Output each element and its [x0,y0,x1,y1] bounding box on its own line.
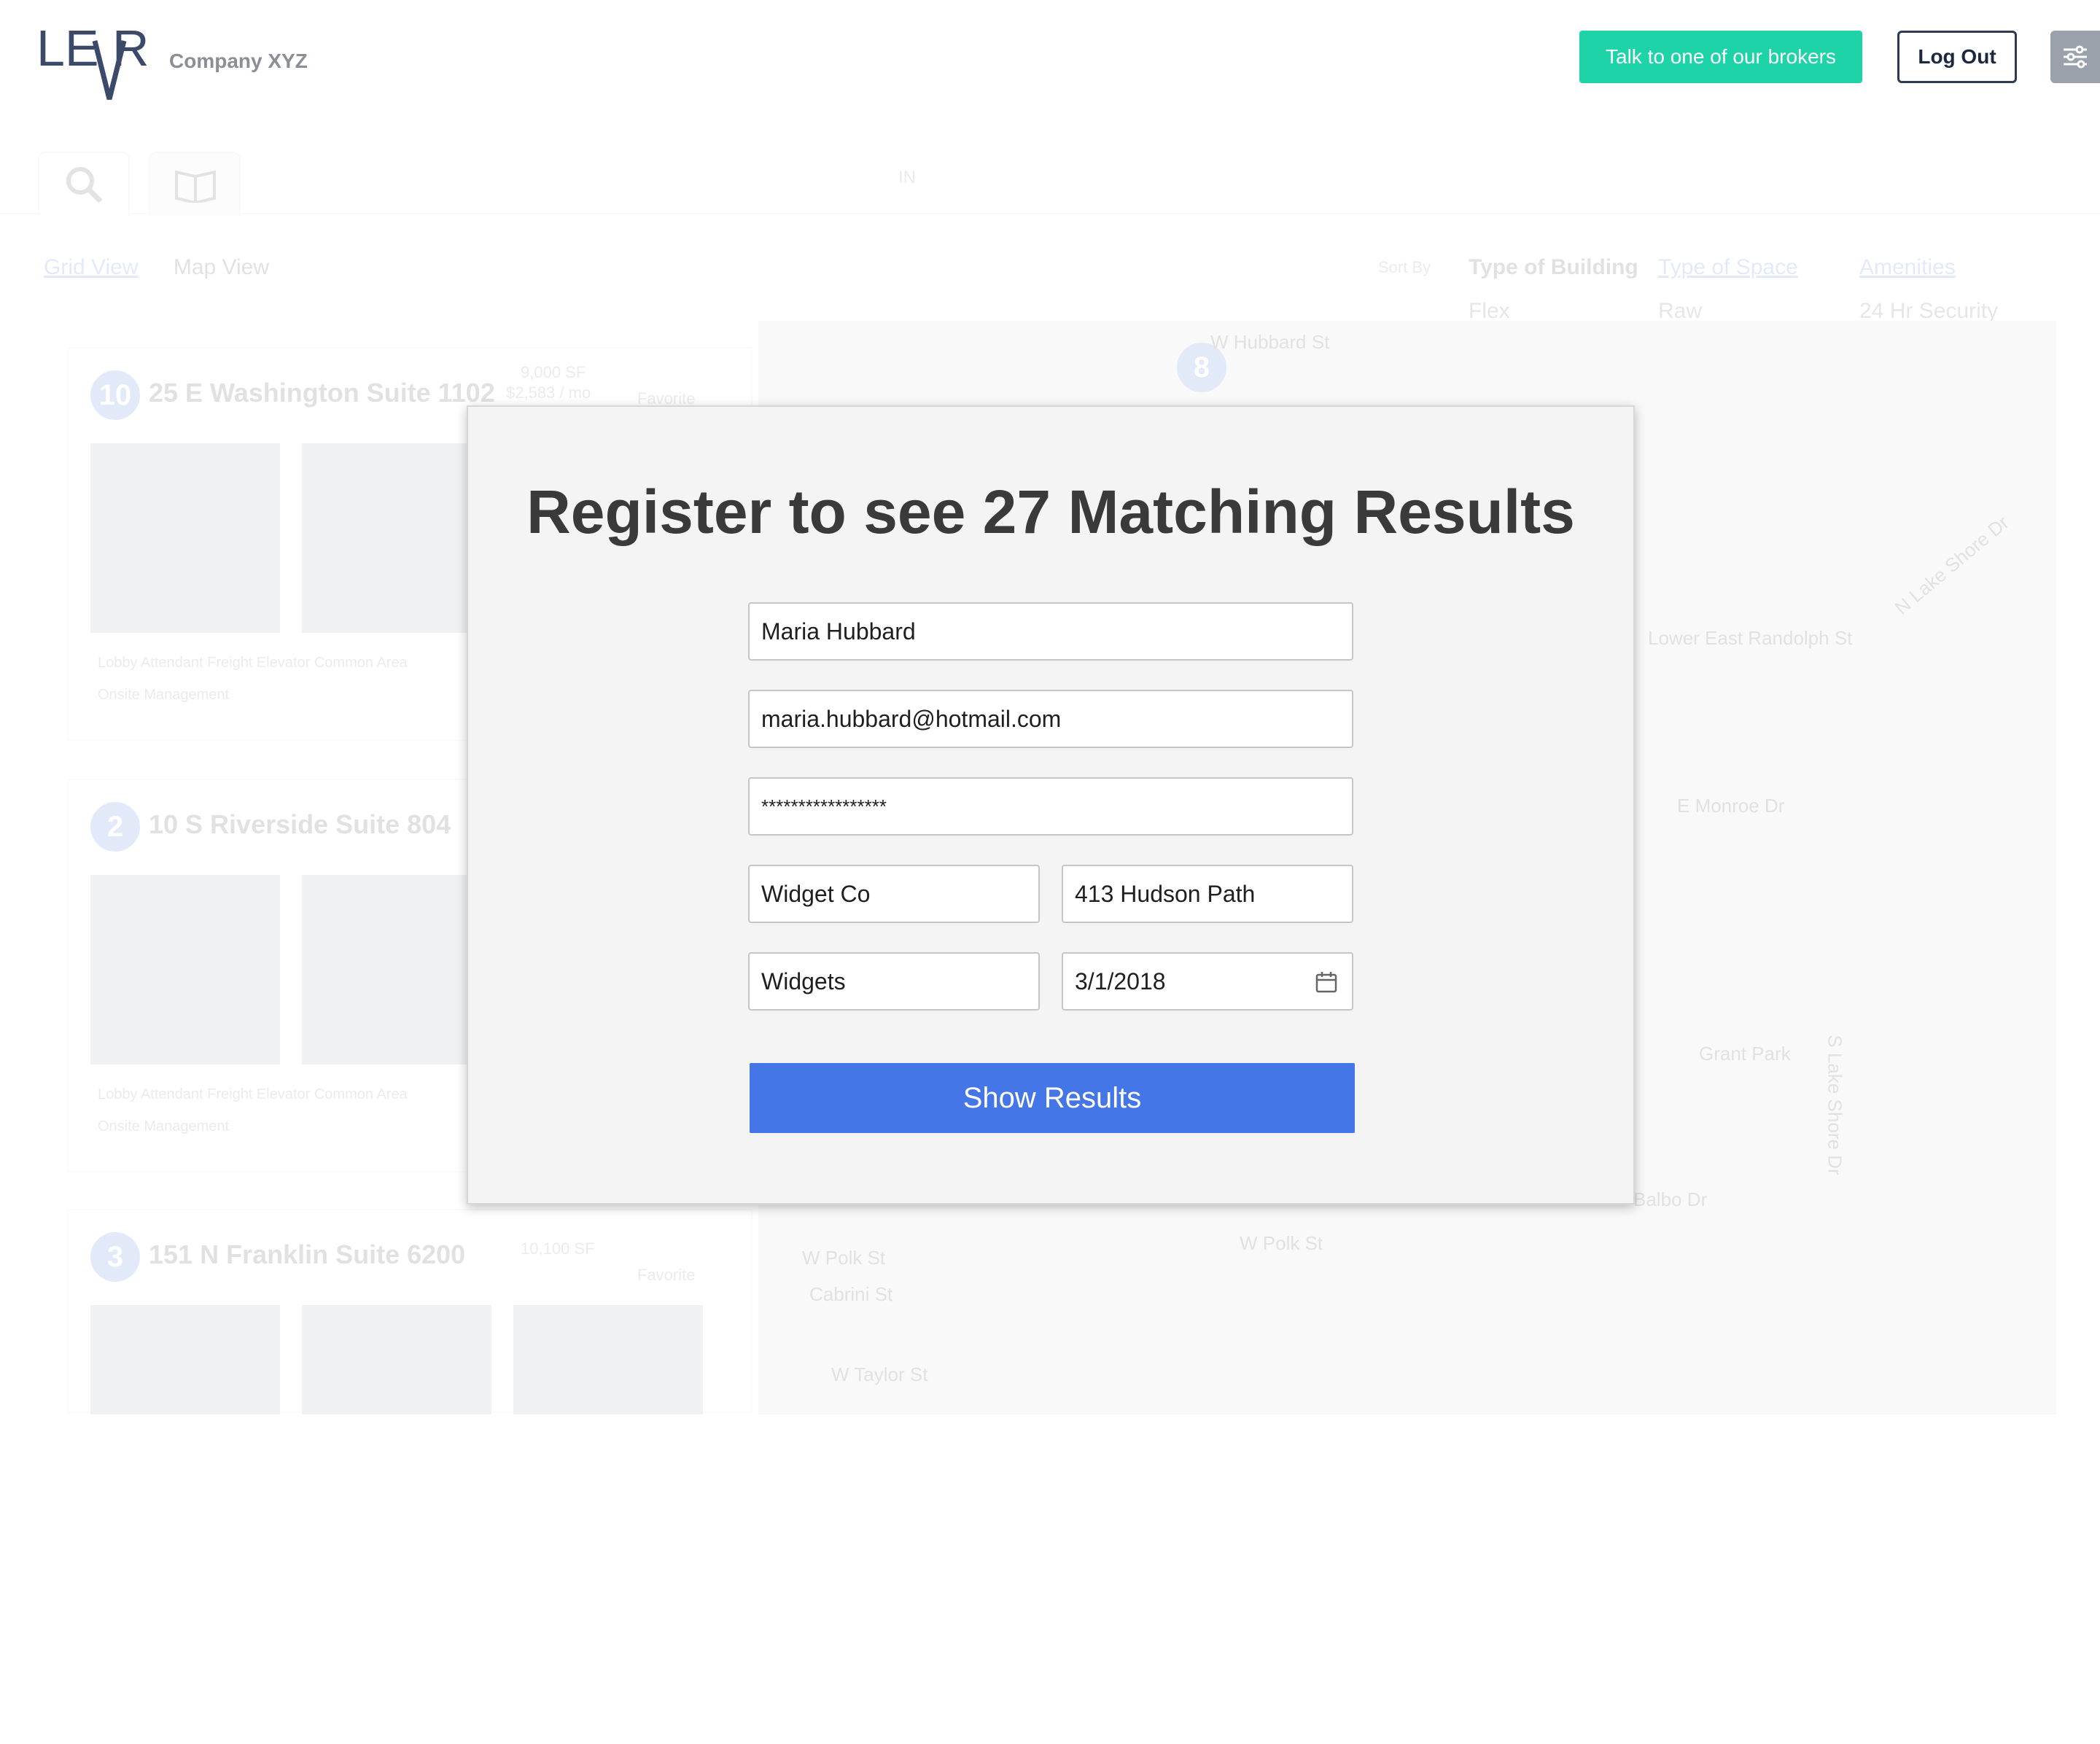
filter-option[interactable]: Raw [1658,299,1806,324]
filter-building-title[interactable]: Type of Building [1469,255,1638,280]
listing-photo [302,875,491,1064]
listing-photo [302,1305,491,1414]
sliders-icon [2064,45,2087,69]
email-field[interactable]: maria.hubbard@hotmail.com [748,690,1353,748]
map-view-link[interactable]: Map View [174,255,269,279]
street-label: Balbo Dr [1633,1188,1708,1210]
street-label: Cabrini St [809,1283,893,1305]
filter-option[interactable]: 24 Hr Security [1859,299,2018,324]
levr-logo[interactable]: LE R [36,19,153,106]
listing-number: 3 [90,1232,140,1282]
listing-card[interactable]: 3 151 N Franklin Suite 6200 10,100 SF Fa… [67,1209,752,1414]
listing-address[interactable]: 25 E Washington Suite 1102 [149,378,495,408]
search-icon [66,167,103,203]
address-field[interactable]: 413 Hudson Path [1062,865,1353,923]
street-label: W Polk St [802,1247,886,1269]
filter-option[interactable]: Flex [1469,299,1638,324]
favorite-button[interactable]: Favorite [637,1266,695,1285]
listing-price: $2,583 / mo [506,384,591,402]
tab-bar: IN [0,139,2100,216]
listing-number: 10 [90,370,140,420]
listing-photo [302,443,491,633]
street-label: S Lake Shore Dr [1824,1035,1846,1175]
filter-settings-button[interactable] [2050,31,2100,83]
talk-to-broker-button[interactable]: Talk to one of our brokers [1579,31,1862,83]
filter-space-title[interactable]: Type of Space [1658,255,1806,280]
industry-field[interactable]: Widgets [748,952,1040,1011]
sort-by-label: Sort By [1378,258,1431,276]
book-icon [175,170,216,205]
street-label: Grant Park [1699,1043,1791,1064]
grid-view-link[interactable]: Grid View [44,255,139,279]
listing-photo [513,1305,703,1414]
listing-map-thumbnail [90,1305,280,1414]
header: LE R Company XYZ Talk to one of our brok… [0,0,2100,124]
street-label: E Monroe Dr [1677,795,1785,817]
listing-address[interactable]: 10 S Riverside Suite 804 [149,809,451,840]
tab-search[interactable] [38,152,130,216]
listing-map-thumbnail [90,443,280,633]
calendar-icon[interactable] [1315,971,1337,993]
register-modal: Register to see 27 Matching Results Mari… [467,405,1635,1204]
listing-sf: 9,000 SF [521,363,586,381]
date-value: 3/1/2018 [1075,968,1166,994]
filter-amenities-title[interactable]: Amenities [1859,255,2018,280]
listing-tags: Lobby Attendant Freight Elevator Common … [98,1086,408,1102]
street-label: Lower East Randolph St [1648,627,1853,649]
tab-guide[interactable] [149,152,241,216]
listing-number: 2 [90,802,140,852]
password-field[interactable]: ***************** [748,777,1353,836]
listing-address[interactable]: 151 N Franklin Suite 6200 [149,1239,465,1270]
street-label: W Taylor St [831,1363,928,1385]
show-results-button[interactable]: Show Results [750,1063,1355,1133]
company-field[interactable]: Widget Co [748,865,1040,923]
street-label: N Lake Shore Dr [1890,511,2013,619]
modal-title: Register to see 27 Matching Results [526,478,1575,546]
street-label: W Polk St [1240,1232,1323,1254]
name-field[interactable]: Maria Hubbard [748,602,1353,661]
street-label: W Hubbard St [1210,331,1330,353]
listing-tags: Onsite Management [98,1118,230,1134]
listing-map-thumbnail [90,875,280,1064]
tab-in-label: IN [898,168,916,187]
view-toggle: Grid View Map View [44,255,298,280]
company-name: Company XYZ [169,50,308,72]
date-field[interactable]: 3/1/2018 [1062,952,1353,1011]
listing-tags: Lobby Attendant Freight Elevator Common … [98,655,408,671]
listing-tags: Onsite Management [98,687,230,703]
logout-button[interactable]: Log Out [1897,31,2017,83]
svg-text:LE: LE [36,20,99,77]
listing-sf: 10,100 SF [521,1239,595,1258]
